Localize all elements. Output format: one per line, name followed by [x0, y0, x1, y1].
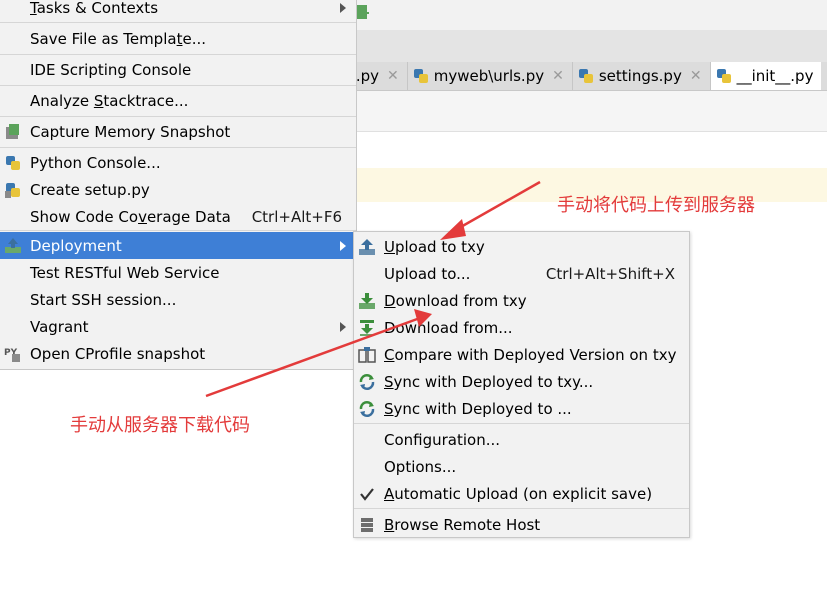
- upload-arrowhead: [440, 219, 466, 240]
- annotation-arrows: [205, 180, 541, 398]
- upload-arrow: [451, 180, 541, 234]
- upload-annotation: 手动将代码上传到服务器: [557, 195, 755, 216]
- download-arrow: [205, 316, 421, 398]
- download-annotation: 手动从服务器下载代码: [70, 415, 250, 436]
- download-arrowhead: [414, 309, 432, 327]
